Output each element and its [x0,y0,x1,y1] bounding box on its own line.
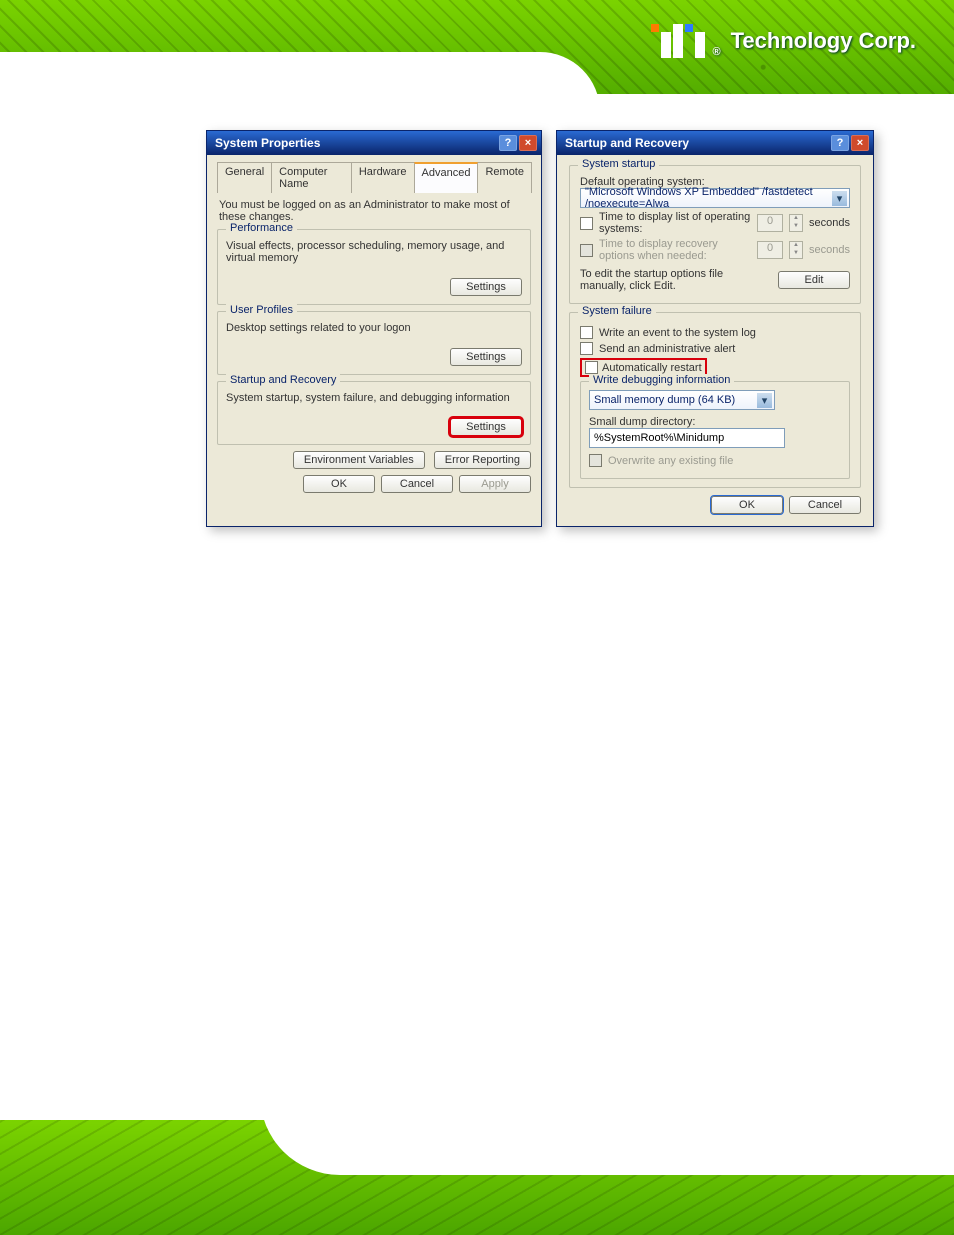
write-debug-title: Write debugging information [589,374,734,386]
admin-note: You must be logged on as an Administrato… [219,199,529,223]
close-button[interactable]: × [519,135,537,151]
footer-white-swoosh [260,1095,954,1175]
performance-group: Performance Visual effects, processor sc… [217,229,531,305]
auto-restart-checkbox[interactable] [585,361,598,374]
display-list-label: Time to display list of operating system… [599,211,751,235]
help-button[interactable]: ? [499,135,517,151]
write-debug-group: Write debugging information Small memory… [580,381,850,479]
header-white-fill [0,94,954,124]
default-os-select[interactable]: "Microsoft Windows XP Embedded" /fastdet… [580,188,850,208]
display-list-checkbox[interactable] [580,217,593,230]
overwrite-label: Overwrite any existing file [608,455,733,467]
cancel-button[interactable]: Cancel [789,496,861,514]
sysprop-title: System Properties [215,136,320,150]
system-startup-title: System startup [578,158,659,170]
chevron-down-icon: ▾ [757,393,772,408]
default-os-value: "Microsoft Windows XP Embedded" /fastdet… [585,186,845,210]
overwrite-checkbox [589,454,602,467]
brand-text: Technology Corp. [731,28,916,54]
tab-computer-name[interactable]: Computer Name [271,162,352,193]
dump-dir-input[interactable] [589,428,785,448]
user-profiles-desc: Desktop settings related to your logon [226,322,522,334]
brand-logo: ® Technology Corp. [651,24,916,58]
performance-title: Performance [226,222,297,234]
send-alert-checkbox[interactable] [580,342,593,355]
help-button[interactable]: ? [831,135,849,151]
system-startup-group: System startup Default operating system:… [569,165,861,304]
startup-recovery-settings-button[interactable]: Settings [450,418,522,436]
write-event-label: Write an event to the system log [599,327,756,339]
display-recovery-label: Time to display recovery options when ne… [599,238,751,262]
close-button[interactable]: × [851,135,869,151]
display-list-spinner[interactable]: ▲▼ [789,214,803,232]
startup-title: Startup and Recovery [565,136,689,150]
display-recovery-seconds: 0 [757,241,783,259]
startup-recovery-group: Startup and Recovery System startup, sys… [217,381,531,445]
system-failure-group: System failure Write an event to the sys… [569,312,861,488]
dump-type-value: Small memory dump (64 KB) [594,394,735,406]
dump-dir-label: Small dump directory: [589,416,841,428]
user-profiles-group: User Profiles Desktop settings related t… [217,311,531,375]
sysprop-titlebar[interactable]: System Properties ? × [207,131,541,155]
startup-recovery-title: Startup and Recovery [226,374,340,386]
user-profiles-title: User Profiles [226,304,297,316]
auto-restart-label: Automatically restart [602,362,702,374]
performance-settings-button[interactable]: Settings [450,278,522,296]
write-event-checkbox[interactable] [580,326,593,339]
startup-titlebar[interactable]: Startup and Recovery ? × [557,131,873,155]
display-recovery-checkbox [580,244,593,257]
registered-mark: ® [713,46,721,58]
tab-advanced[interactable]: Advanced [414,162,479,193]
user-profiles-settings-button[interactable]: Settings [450,348,522,366]
edit-hint: To edit the startup options file manuall… [580,268,772,292]
edit-button[interactable]: Edit [778,271,850,289]
environment-variables-button[interactable]: Environment Variables [293,451,425,469]
system-properties-window: System Properties ? × General Computer N… [206,130,542,527]
dump-type-select[interactable]: Small memory dump (64 KB) ▾ [589,390,775,410]
tab-remote[interactable]: Remote [477,162,532,193]
logo-mark-icon [651,24,705,58]
system-failure-title: System failure [578,305,656,317]
display-recovery-unit: seconds [809,244,850,256]
send-alert-label: Send an administrative alert [599,343,735,355]
ok-button[interactable]: OK [711,496,783,514]
performance-desc: Visual effects, processor scheduling, me… [226,240,522,264]
startup-recovery-window: Startup and Recovery ? × System startup … [556,130,874,527]
sysprop-tabs: General Computer Name Hardware Advanced … [217,161,531,193]
ok-button[interactable]: OK [303,475,375,493]
startup-recovery-desc: System startup, system failure, and debu… [226,392,522,404]
error-reporting-button[interactable]: Error Reporting [434,451,531,469]
apply-button[interactable]: Apply [459,475,531,493]
tab-hardware[interactable]: Hardware [351,162,415,193]
cancel-button[interactable]: Cancel [381,475,453,493]
tab-general[interactable]: General [217,162,272,193]
display-recovery-spinner: ▲▼ [789,241,803,259]
display-list-unit: seconds [809,217,850,229]
display-list-seconds[interactable]: 0 [757,214,783,232]
chevron-down-icon: ▾ [832,191,847,206]
